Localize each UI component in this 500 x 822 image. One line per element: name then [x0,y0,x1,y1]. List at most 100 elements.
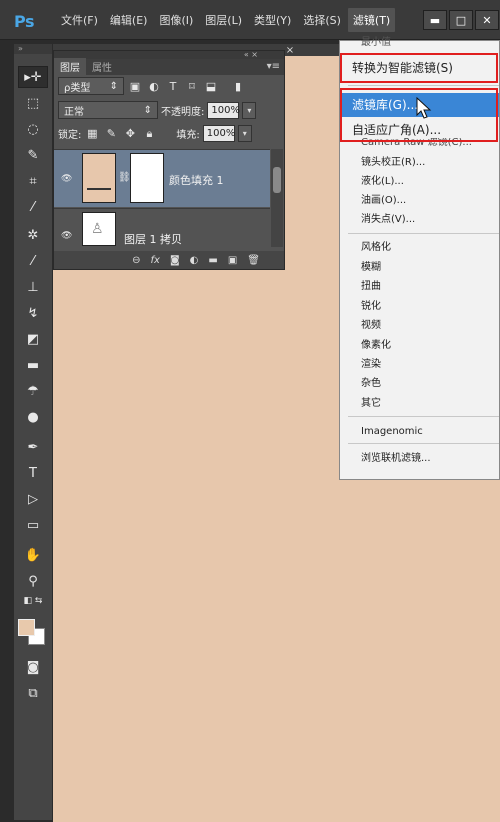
marquee-tool-icon[interactable]: ⬚ [18,92,48,114]
hand-tool-icon[interactable]: ✋ [18,544,48,566]
lock-all-icon[interactable]: 🔒︎ [141,127,157,141]
maximize-button[interactable]: □ [449,10,473,30]
highlight-box-convert [340,53,498,83]
healing-tool-icon[interactable]: ✲ [18,224,48,246]
filter-toggle-icon[interactable]: ▮ [230,80,246,93]
layer-name[interactable]: 图层 1 拷贝 [124,231,182,247]
fill-input[interactable]: 100% [202,125,235,142]
lock-position-icon[interactable]: ✥ [122,127,138,140]
filter-row: ρ类型 ⇕ ▣ ◐ T ⌑ ⬓ ▮ [58,77,246,95]
folder-icon[interactable]: ▬ [208,255,217,266]
menu-item-liquify[interactable]: 液化(L)... [340,172,499,191]
menu-file[interactable]: 文件(F) [56,8,103,32]
layer-mask-thumbnail[interactable] [130,153,164,203]
layer-name[interactable]: 颜色填充 1 [169,172,224,188]
mask-icon[interactable]: ◙ [170,255,180,266]
brush-tool-icon[interactable]: ⁄ [18,250,48,272]
shape-tool-icon[interactable]: ▭ [18,514,48,536]
close-tab-icon[interactable]: × [283,44,297,56]
gradient-tool-icon[interactable]: ▬ [18,354,48,376]
menu-item-browse-online-filters[interactable]: 浏览联机滤镜... [340,449,499,468]
menu-item-distort[interactable]: 扭曲 [340,277,499,296]
quick-select-tool-icon[interactable]: ✎ [18,144,48,166]
menu-item-imagenomic[interactable]: Imagenomic [340,422,499,441]
adjustment-icon[interactable]: ◐ [190,255,199,266]
menu-select[interactable]: 选择(S) [298,8,346,32]
fill-thumb-bar [87,188,111,190]
opacity-input[interactable]: 100% [207,101,240,119]
history-brush-tool-icon[interactable]: ↯ [18,302,48,324]
adjustment-filter-icon[interactable]: ◐ [146,80,162,93]
menu-item-pixelate[interactable]: 像素化 [340,336,499,355]
panel-menu-icon[interactable]: ▾≡ [267,61,280,72]
new-layer-icon[interactable]: ▣ [228,255,237,266]
menu-separator [348,233,499,234]
foreground-color-swatch[interactable] [18,619,35,636]
blur-tool-icon[interactable]: ☂ [18,380,48,402]
photoshop-logo: Ps [14,12,34,31]
menu-item-minimum[interactable]: 最小值 [340,36,499,49]
eyedropper-tool-icon[interactable]: ⁄ [18,196,48,218]
tab-properties[interactable]: 属性 [86,58,118,75]
menu-item-sharpen[interactable]: 锐化 [340,297,499,316]
stamp-tool-icon[interactable]: ⊥ [18,276,48,298]
link-layers-icon[interactable]: ⊖ [132,255,140,266]
menu-item-lens-correction[interactable]: 镜头校正(R)... [340,153,499,172]
path-select-tool-icon[interactable]: ▷ [18,488,48,510]
menu-separator [348,85,499,86]
tools-panel: » ▸✛ ⬚ ◌ ✎ ⌗ ⁄ ✲ ⁄ ⊥ ↯ ◩ ▬ ☂ ● ✒ T ▷ ▭ ✋… [14,44,52,820]
layer-row-copy[interactable]: 👁︎ ♙ 图层 1 拷贝 [54,208,270,246]
move-tool-icon[interactable]: ▸✛ [18,66,48,88]
lock-label: 锁定: [58,130,82,141]
menu-layer[interactable]: 图层(L) [200,8,247,32]
minimize-button[interactable]: ▬ [423,10,447,30]
menu-separator [348,443,499,444]
visibility-eye-icon[interactable]: 👁︎ [61,231,72,241]
link-icon[interactable]: ⛓ [118,172,131,183]
lock-transparent-icon[interactable]: ▦ [84,127,100,140]
crop-tool-icon[interactable]: ⌗ [18,170,48,192]
lock-pixels-icon[interactable]: ✎ [103,127,119,140]
close-icon: ✕ [482,13,492,27]
menu-item-vanishing-point[interactable]: 消失点(V)... [340,210,499,229]
trash-icon[interactable]: 🗑︎ [247,255,260,266]
fill-dropdown-icon[interactable]: ▾ [237,125,252,142]
menu-item-oil-paint[interactable]: 油画(O)... [340,191,499,210]
pen-tool-icon[interactable]: ✒ [18,436,48,458]
menu-edit[interactable]: 编辑(E) [105,8,153,32]
visibility-eye-icon[interactable]: 👁︎ [61,174,72,184]
quick-mask-icon[interactable]: ◙ [18,656,48,678]
layers-scrollbar[interactable] [271,149,283,247]
eraser-tool-icon[interactable]: ◩ [18,328,48,350]
type-tool-icon[interactable]: T [18,462,48,484]
menu-item-blur[interactable]: 模糊 [340,258,499,277]
tab-layers[interactable]: 图层 [54,58,86,75]
menu-filter[interactable]: 滤镜(T) [347,8,396,32]
menu-item-render[interactable]: 渲染 [340,355,499,374]
menu-item-stylize[interactable]: 风格化 [340,238,499,257]
menu-type[interactable]: 类型(Y) [249,8,296,32]
close-button[interactable]: ✕ [475,10,499,30]
updown-icon: ⇕ [109,80,118,92]
dodge-tool-icon[interactable]: ● [18,406,48,428]
type-filter-icon[interactable]: T [165,80,181,93]
layer-row-color-fill[interactable]: 👁︎ ⛓ 颜色填充 1 [54,149,270,207]
blend-mode-select[interactable]: 正常 ⇕ [58,101,158,119]
opacity-dropdown-icon[interactable]: ▾ [242,101,257,119]
blend-mode-value: 正常 [64,106,84,118]
zoom-tool-icon[interactable]: ⚲ [18,570,48,592]
scrollbar-thumb[interactable] [273,167,281,193]
lasso-tool-icon[interactable]: ◌ [18,118,48,140]
menu-item-noise[interactable]: 杂色 [340,374,499,393]
screen-mode-icon[interactable]: ⧉ [18,682,48,704]
fx-icon[interactable]: fx [151,255,160,266]
menu-item-other[interactable]: 其它 [340,394,499,413]
image-filter-icon[interactable]: ▣ [127,80,143,93]
collapse-icon[interactable]: » [14,44,52,54]
menu-item-video[interactable]: 视频 [340,316,499,335]
menu-image[interactable]: 图像(I) [154,8,198,32]
shape-filter-icon[interactable]: ⌑ [184,80,200,93]
layer-filter-select[interactable]: ρ类型 ⇕ [58,77,124,95]
smart-object-filter-icon[interactable]: ⬓ [203,80,219,93]
swap-colors-icon[interactable]: ◧ ⇆ [18,594,48,608]
